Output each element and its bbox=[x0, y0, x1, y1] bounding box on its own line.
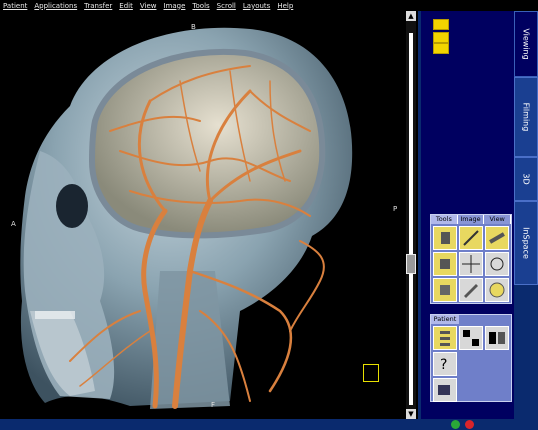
series-layout-icon bbox=[489, 332, 505, 344]
windowing-tool-button[interactable] bbox=[459, 226, 483, 250]
patient-panel: Patient ? bbox=[430, 314, 512, 402]
tab-viewing-label: Viewing bbox=[521, 28, 531, 60]
patient-grid: ? bbox=[431, 324, 511, 378]
crosshair-tool-button[interactable] bbox=[459, 252, 483, 276]
tab-filming[interactable]: Filming bbox=[514, 77, 538, 157]
patient-list-button[interactable] bbox=[433, 326, 457, 350]
export-icon bbox=[438, 385, 450, 395]
svg-text:?: ? bbox=[440, 357, 447, 373]
question-icon: ? bbox=[440, 357, 447, 373]
orientation-left-label: A bbox=[11, 220, 16, 228]
tab-viewing[interactable]: Viewing bbox=[514, 11, 538, 77]
menu-transfer[interactable]: Transfer bbox=[84, 2, 112, 10]
move-tool-button[interactable] bbox=[433, 278, 457, 302]
volume-rendering-image bbox=[20, 27, 353, 409]
folder-icon[interactable] bbox=[433, 19, 449, 30]
layout-grid-button[interactable] bbox=[459, 326, 483, 350]
tab-3d[interactable]: 3D bbox=[514, 157, 538, 201]
tab-image[interactable]: Image bbox=[457, 215, 485, 224]
help-info-button[interactable]: ? bbox=[433, 352, 457, 376]
tab-inspace[interactable]: InSpace bbox=[514, 201, 538, 285]
hand-icon bbox=[441, 232, 450, 244]
tab-3d-label: 3D bbox=[521, 173, 531, 185]
hand-move-icon bbox=[440, 285, 450, 295]
tab-inspace-label: InSpace bbox=[521, 227, 531, 259]
orientation-cube-icon[interactable] bbox=[363, 364, 379, 382]
tools-panel-tabs: Tools Image View bbox=[431, 215, 512, 224]
scroll-up-arrow-icon[interactable]: ▲ bbox=[406, 11, 416, 21]
menu-image[interactable]: Image bbox=[163, 2, 185, 10]
cursor-icon bbox=[490, 257, 504, 271]
menu-bar: Patient Applications Transfer Edit View … bbox=[0, 0, 423, 11]
list-icon bbox=[440, 331, 450, 346]
menu-patient[interactable]: Patient bbox=[3, 2, 27, 10]
status-green-icon[interactable] bbox=[451, 420, 460, 429]
rotate-tool-button[interactable] bbox=[433, 252, 457, 276]
export-button[interactable] bbox=[433, 378, 457, 402]
rotate-hand-icon bbox=[440, 259, 450, 269]
ruler-icon bbox=[489, 232, 505, 244]
folder-open-icon[interactable] bbox=[433, 32, 449, 43]
menu-scroll[interactable]: Scroll bbox=[217, 2, 236, 10]
scroll-down-arrow-icon[interactable]: ▼ bbox=[406, 409, 416, 419]
orientation-top-label: B bbox=[191, 23, 196, 31]
scroll-track[interactable] bbox=[409, 33, 413, 405]
menu-layouts[interactable]: Layouts bbox=[243, 2, 270, 10]
menu-view[interactable]: View bbox=[140, 2, 157, 10]
patient-panel-title: Patient bbox=[431, 315, 459, 324]
menu-tools[interactable]: Tools bbox=[192, 2, 209, 10]
orientation-right-label: P bbox=[393, 205, 398, 213]
tab-filming-label: Filming bbox=[521, 102, 531, 132]
scroll-thumb[interactable] bbox=[406, 254, 416, 274]
circle-tool-button[interactable] bbox=[485, 278, 509, 302]
annotation-icon bbox=[464, 284, 478, 298]
folder-stack-icon[interactable] bbox=[433, 43, 449, 54]
status-red-icon[interactable] bbox=[465, 420, 474, 429]
tools-grid bbox=[431, 224, 511, 304]
image-scrollbar[interactable]: ▲ ▼ bbox=[406, 11, 416, 419]
menu-help[interactable]: Help bbox=[277, 2, 293, 10]
orientation-bottom-label: F bbox=[211, 401, 216, 409]
grid-layout-icon bbox=[463, 330, 479, 346]
menu-edit[interactable]: Edit bbox=[119, 2, 133, 10]
zoom-pan-tool-button[interactable] bbox=[433, 226, 457, 250]
image-viewport[interactable]: B A P F bbox=[0, 11, 405, 419]
tools-panel: Tools Image View bbox=[430, 214, 512, 304]
menu-applications[interactable]: Applications bbox=[34, 2, 77, 10]
layout-series-button[interactable] bbox=[485, 326, 509, 350]
tab-tools[interactable]: Tools bbox=[431, 215, 458, 224]
diagonal-line-icon bbox=[463, 230, 479, 246]
crosshair-icon bbox=[462, 255, 480, 273]
circle-tool-icon bbox=[489, 282, 505, 298]
task-card-tabs: Viewing Filming 3D InSpace bbox=[514, 11, 538, 419]
annotation-tool-button[interactable] bbox=[459, 278, 483, 302]
tab-view[interactable]: View bbox=[484, 215, 512, 224]
distance-tool-button[interactable] bbox=[485, 226, 509, 250]
measure-tool-button[interactable] bbox=[485, 252, 509, 276]
